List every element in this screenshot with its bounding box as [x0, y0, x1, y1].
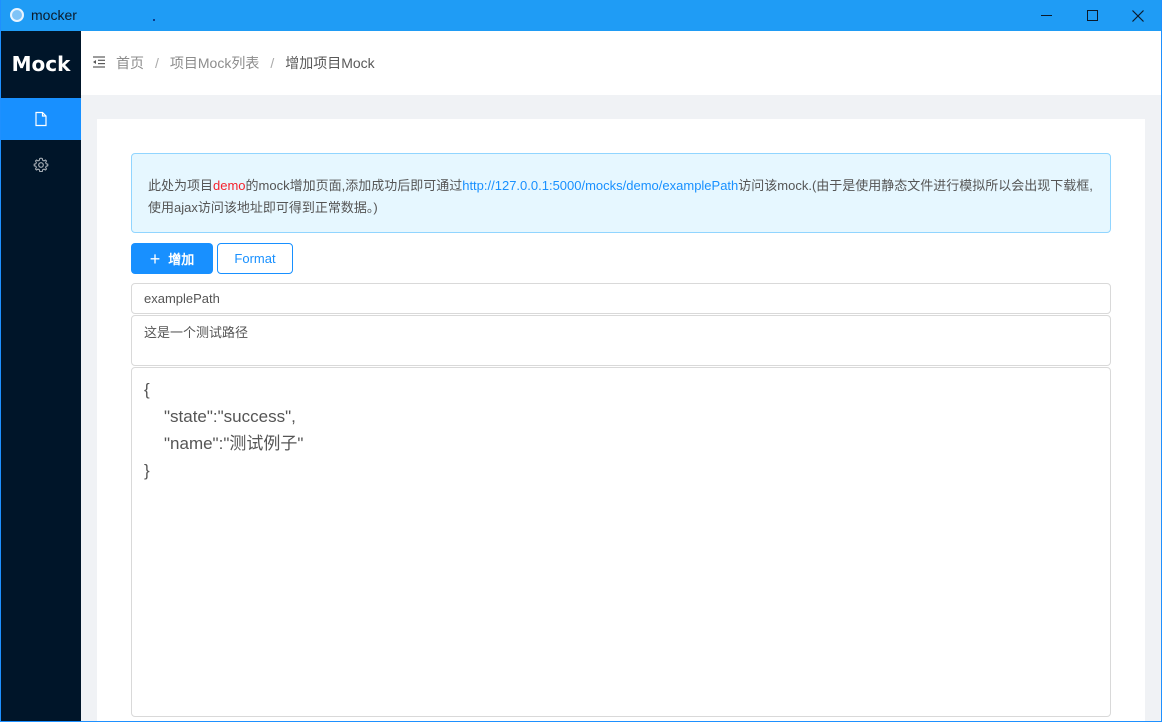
maximize-icon — [1086, 10, 1098, 21]
minimize-icon — [1040, 15, 1052, 16]
format-button[interactable]: Format — [217, 243, 293, 274]
sidebar: Mock — [1, 31, 81, 721]
code-line: { — [144, 380, 150, 399]
title-bar-dot — [153, 19, 155, 21]
sidebar-item-settings[interactable] — [1, 144, 81, 186]
content-panel: 此处为项目demo的mock增加页面,添加成功后即可通过http://127.0… — [97, 119, 1145, 721]
menu-fold-icon[interactable] — [92, 55, 106, 69]
info-alert: 此处为项目demo的mock增加页面,添加成功后即可通过http://127.0… — [131, 153, 1111, 233]
minimize-button[interactable] — [1023, 0, 1069, 31]
title-bar[interactable]: mocker — [1, 0, 1161, 31]
app-window: mocker Mock 首页 / 项目Mock列表 / 增加项目Mock 此处为… — [1, 0, 1161, 721]
add-button[interactable]: + 增加 — [131, 243, 213, 274]
header: 首页 / 项目Mock列表 / 增加项目Mock — [81, 31, 1161, 95]
breadcrumb: 首页 / 项目Mock列表 / 增加项目Mock — [116, 53, 375, 73]
close-button[interactable] — [1115, 0, 1161, 31]
breadcrumb-mock-list[interactable]: 项目Mock列表 — [170, 53, 259, 73]
code-line: "name":"测试例子" — [164, 434, 304, 453]
maximize-button[interactable] — [1069, 0, 1115, 31]
alert-prefix: 此处为项目 — [148, 178, 214, 193]
path-input[interactable] — [131, 283, 1111, 314]
json-editor[interactable]: { "state":"success", "name":"测试例子"} — [131, 367, 1111, 717]
code-line: } — [144, 461, 150, 480]
alert-project-name: demo — [213, 178, 246, 193]
plus-icon: + — [149, 248, 161, 269]
breadcrumb-separator: / — [155, 55, 159, 71]
app-icon — [10, 8, 24, 22]
window-title: mocker — [31, 7, 77, 23]
close-icon — [1132, 9, 1144, 22]
breadcrumb-separator: / — [270, 55, 275, 71]
gear-icon — [33, 157, 49, 173]
breadcrumb-home[interactable]: 首页 — [116, 53, 144, 73]
add-button-label: 增加 — [168, 252, 195, 267]
breadcrumb-current: 增加项目Mock — [285, 55, 375, 71]
alert-middle: 的mock增加页面,添加成功后即可通过 — [245, 178, 463, 193]
logo: Mock — [11, 52, 71, 76]
sidebar-item-mocks[interactable] — [1, 98, 81, 140]
code-line: "state":"success", — [164, 407, 296, 426]
alert-mock-url[interactable]: http://127.0.0.1:5000/mocks/demo/example… — [462, 178, 738, 193]
format-button-label: Format — [234, 251, 276, 266]
file-icon — [35, 111, 47, 127]
description-textarea[interactable]: 这是一个测试路径 — [131, 315, 1111, 366]
